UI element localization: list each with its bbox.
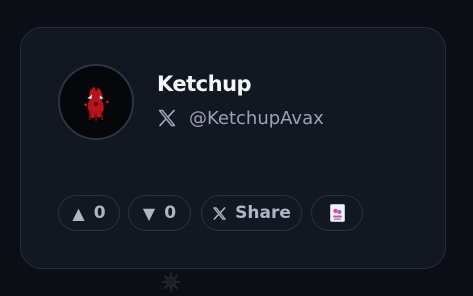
downvote-count: 0 [164,203,177,223]
share-on-x-button[interactable]: Share [201,195,302,231]
downvote-arrow-icon: ▼ [142,203,156,223]
profile-name: Ketchup [157,72,252,96]
avatar[interactable] [58,64,134,140]
token-profile-card: Ketchup @KetchupAvax ▲ 0 ▼ 0 Share [20,27,446,269]
upvote-arrow-icon: ▲ [72,203,85,223]
x-handle-text: @KetchupAvax [189,107,324,129]
upvote-count: 0 [93,203,106,223]
x-logo-icon [213,206,226,220]
ketchup-avatar-icon [60,66,132,138]
x-logo-icon [158,109,176,127]
upvote-button[interactable]: ▲ 0 [58,195,120,231]
gear-icon[interactable] [161,272,181,292]
card-thumbnail-icon [329,204,345,222]
downvote-button[interactable]: ▼ 0 [128,195,191,231]
share-label: Share [235,203,291,223]
x-handle-link[interactable]: @KetchupAvax [157,107,324,129]
nft-card-button[interactable] [311,195,363,231]
